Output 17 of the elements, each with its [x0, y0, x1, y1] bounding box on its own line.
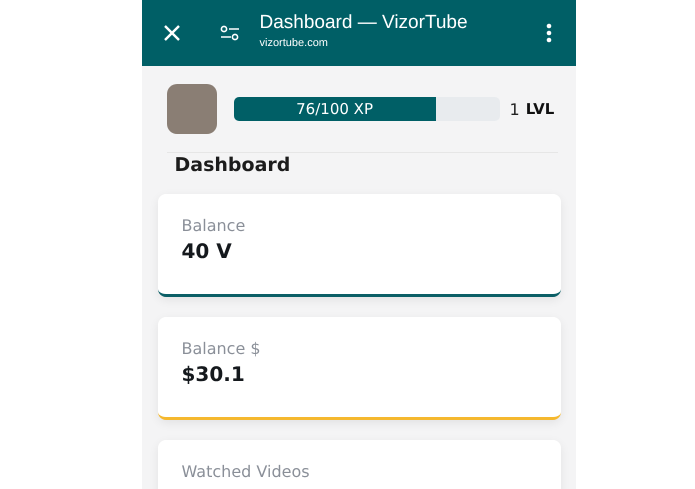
stat-label: Balance: [182, 216, 246, 235]
sliders-icon: [220, 25, 240, 41]
stat-value: $30.1: [182, 362, 246, 386]
avatar-placeholder: [166, 84, 216, 134]
level-label: LVL: [526, 100, 554, 118]
page-url: vizortube.com: [260, 36, 329, 48]
close-icon: [162, 23, 182, 43]
more-button[interactable]: [544, 23, 554, 43]
stat-value: 40 V: [182, 239, 233, 263]
section-heading: Dashboard: [174, 153, 292, 177]
page-settings-button[interactable]: [218, 25, 240, 41]
stat-label: Balance $: [182, 339, 262, 358]
xp-label: 76/100 XP: [295, 99, 374, 120]
stat-label: Watched Videos: [182, 462, 311, 481]
more-icon: [546, 23, 552, 43]
level-number: 1: [510, 100, 520, 118]
page-title: Dashboard — VizorTube: [260, 12, 469, 34]
